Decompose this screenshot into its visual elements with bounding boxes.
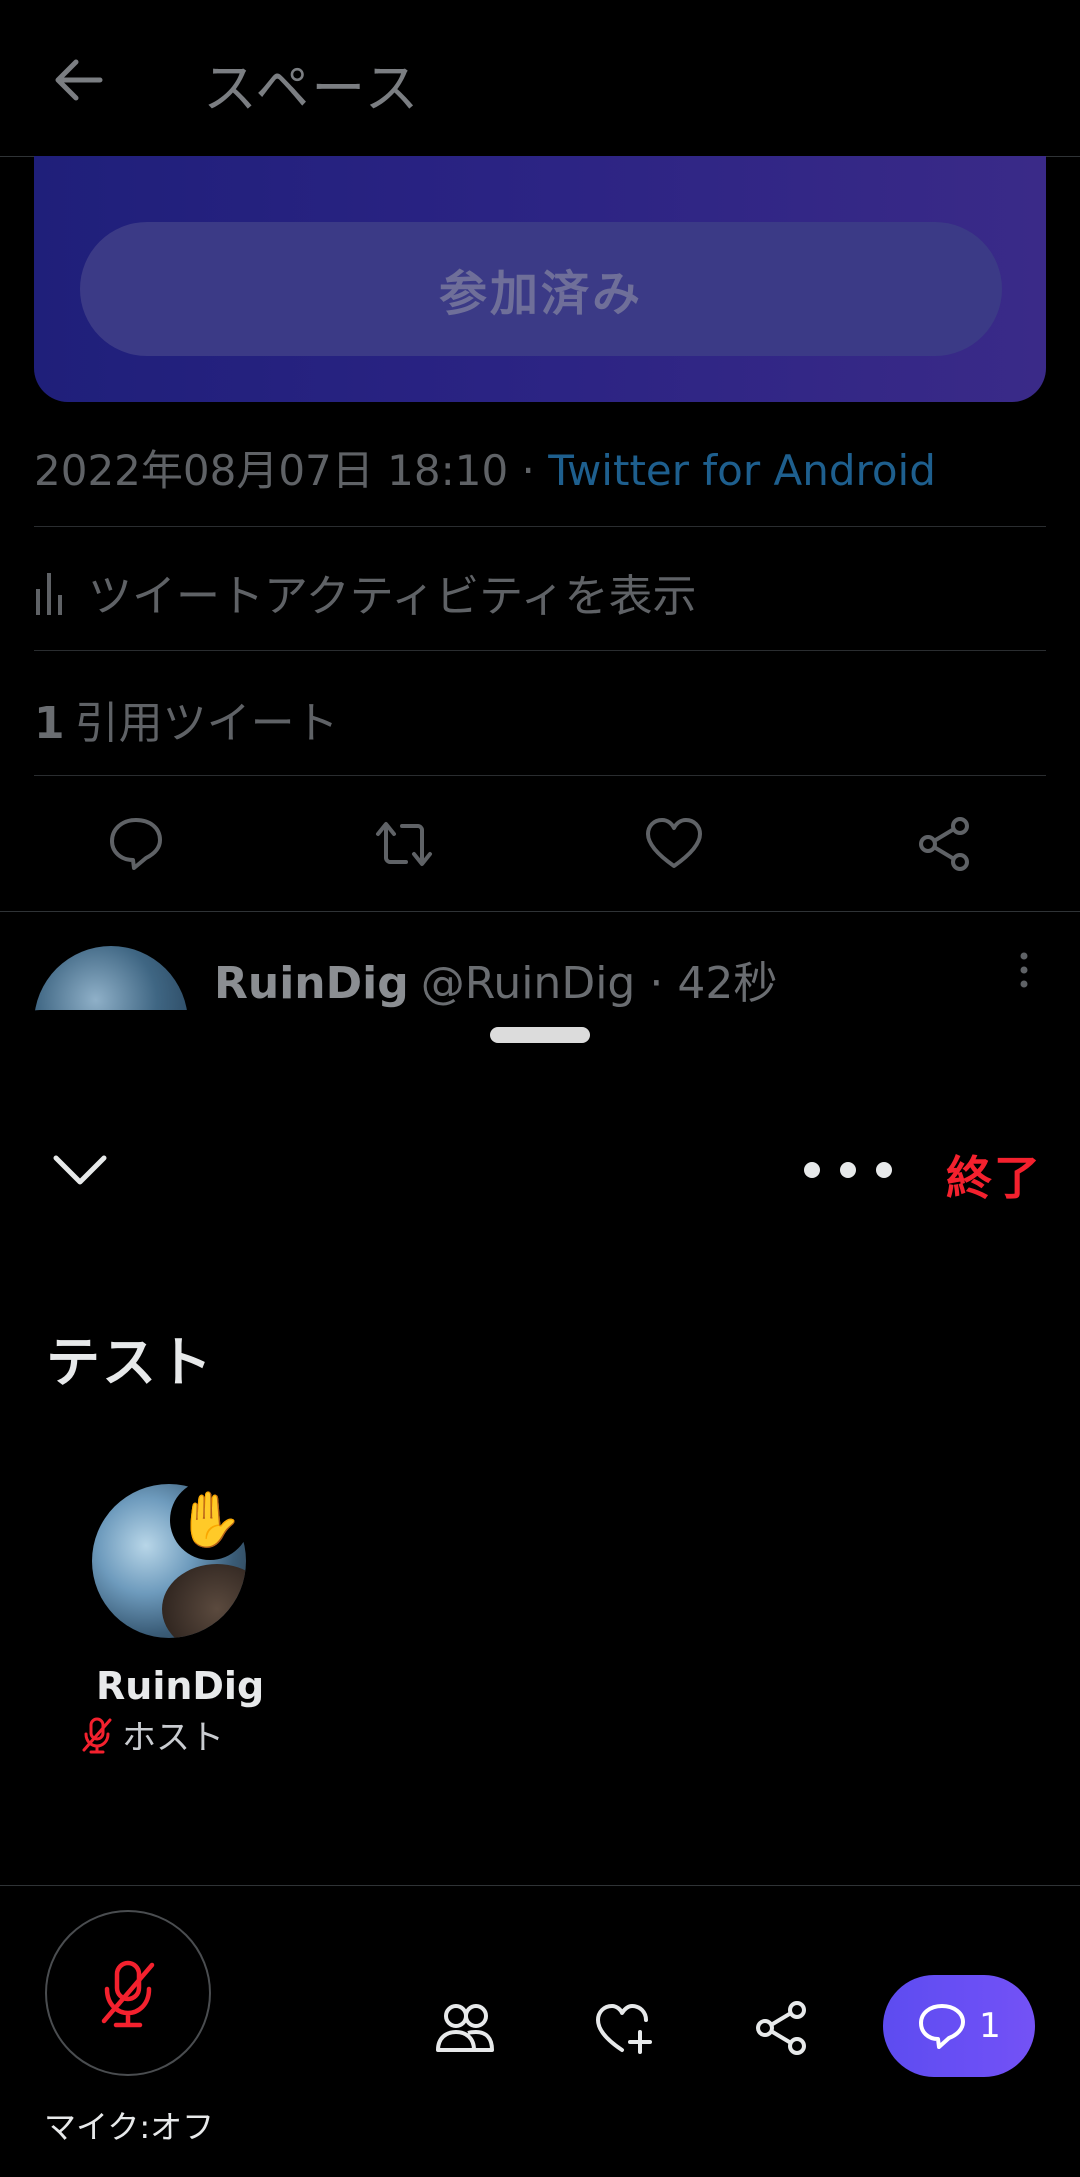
divider (0, 911, 1080, 912)
chevron-down-icon[interactable] (50, 1148, 110, 1192)
quote-count: 1 (34, 698, 65, 749)
end-space-button[interactable]: 終了 (946, 1142, 1042, 1208)
reply-header: RuinDig @RuinDig · 42秒 (214, 947, 777, 1011)
divider (34, 526, 1046, 527)
tweet-source-link[interactable]: Twitter for Android (548, 446, 936, 495)
bar-chart-icon (36, 573, 62, 615)
reply-time: 42秒 (677, 958, 778, 1009)
heart-plus-icon[interactable] (594, 2000, 654, 2056)
meta-separator: · (521, 446, 535, 495)
more-horizontal-icon[interactable] (798, 1156, 898, 1184)
retweet-icon[interactable] (372, 812, 436, 876)
tweet-datetime: 2022年08月07日 18:10 (34, 446, 509, 495)
raised-hand-icon: ✋ (170, 1480, 250, 1560)
space-title: テスト (46, 1331, 214, 1394)
back-arrow-icon[interactable] (50, 52, 106, 108)
host-role: ホスト (80, 1710, 224, 1759)
host-role-label: ホスト (122, 1718, 224, 1758)
tweet-meta: 2022年08月07日 18:10 · Twitter for Android (34, 437, 936, 498)
host-name: RuinDig (96, 1664, 265, 1708)
divider (34, 650, 1046, 651)
quote-tweets-link[interactable]: 1 引用ツイート (34, 687, 339, 751)
chat-count: 1 (979, 2006, 1001, 2046)
joined-button[interactable]: 参加済み (80, 222, 1002, 356)
tweet-activity-link[interactable]: ツイートアクティビティを表示 (34, 560, 697, 624)
mic-off-icon (82, 1717, 112, 1753)
share-icon[interactable] (752, 2000, 812, 2056)
top-app-bar (0, 0, 1080, 157)
reply-icon[interactable] (104, 812, 168, 876)
tweet-activity-label: ツイートアクティビティを表示 (88, 571, 697, 622)
divider (0, 1885, 1080, 1886)
people-icon[interactable] (435, 2000, 495, 2056)
share-icon[interactable] (912, 812, 976, 876)
like-icon[interactable] (642, 812, 706, 876)
reply-display-name: RuinDig (214, 958, 409, 1009)
mic-status-label: マイク:オフ (44, 2108, 215, 2146)
page-title: スペース (203, 57, 421, 120)
chat-bubble-icon (919, 2004, 966, 2049)
sheet-drag-handle[interactable] (490, 1027, 590, 1043)
reply-handle: @RuinDig (420, 958, 636, 1009)
reply-separator: · (649, 958, 664, 1009)
chat-button[interactable]: 1 (883, 1975, 1035, 2077)
divider (34, 775, 1046, 776)
mic-toggle-button[interactable] (45, 1910, 211, 2076)
more-vertical-icon[interactable] (1012, 950, 1036, 990)
mic-off-icon (101, 1960, 155, 2028)
quote-label: 引用ツイート (74, 698, 339, 749)
raised-hand-emoji: ✋ (176, 1488, 244, 1551)
